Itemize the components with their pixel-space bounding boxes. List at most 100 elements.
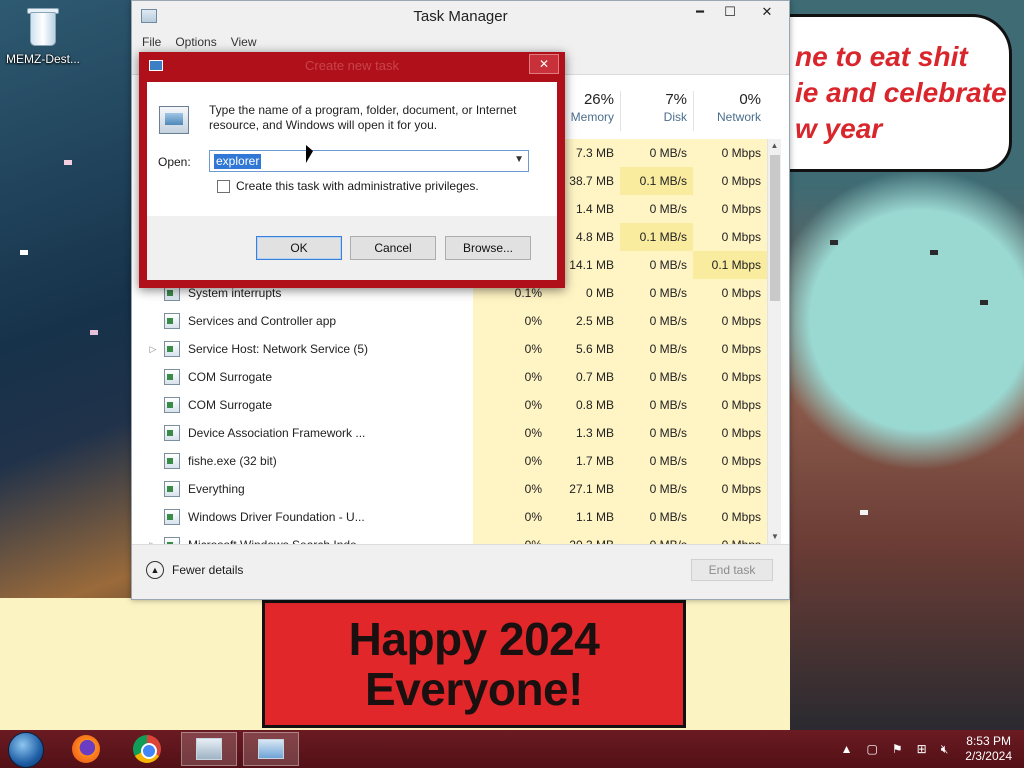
- process-icon: [164, 313, 180, 329]
- create-new-task-dialog: Create new task ✕ Type the name of a pro…: [139, 52, 565, 288]
- process-row[interactable]: Everything 0% 27.1 MB 0 MB/s 0 Mbps: [140, 475, 767, 503]
- network-value: 0 Mbps: [693, 531, 767, 544]
- cpu-value: 0%: [473, 419, 548, 447]
- disk-usage-percent: 7%: [665, 91, 687, 108]
- network-icon[interactable]: ⊞: [917, 742, 927, 756]
- vertical-scrollbar[interactable]: ▲ ▼: [767, 139, 781, 544]
- disk-value: 0 MB/s: [620, 279, 693, 307]
- browse-button[interactable]: Browse...: [445, 236, 531, 260]
- taskbar: ▲ ▢ ⚑ ⊞ 🔇︎ 8:53 PM 2/3/2024: [0, 730, 1024, 768]
- network-value: 0 Mbps: [693, 335, 767, 363]
- process-row[interactable]: fishe.exe (32 bit) 0% 1.7 MB 0 MB/s 0 Mbps: [140, 447, 767, 475]
- cpu-value: 0%: [473, 307, 548, 335]
- column-header-network[interactable]: 0% Network: [693, 91, 767, 131]
- sign-line: Everyone!: [365, 663, 583, 715]
- network-value: 0 Mbps: [693, 503, 767, 531]
- process-row[interactable]: ▷Microsoft Windows Search Inde...0%20.3 …: [140, 531, 767, 544]
- column-header-disk[interactable]: 7% Disk: [620, 91, 693, 131]
- title-bar[interactable]: Task Manager ━ ☐ ✕: [132, 1, 789, 31]
- dialog-close-button[interactable]: ✕: [529, 54, 559, 74]
- open-combobox[interactable]: explorer ▼: [209, 150, 529, 172]
- process-row[interactable]: ▷ Service Host: Network Service (5) 0% 5.6 …: [140, 335, 767, 363]
- disk-value: 0 MB/s: [620, 363, 693, 391]
- process-name: fishe.exe (32 bit): [188, 454, 277, 468]
- process-row[interactable]: COM Surrogate 0% 0.8 MB 0 MB/s 0 Mbps: [140, 391, 767, 419]
- minimize-button[interactable]: ━: [685, 1, 715, 23]
- mouse-cursor-icon: [306, 145, 313, 163]
- network-value: 0 Mbps: [693, 195, 767, 223]
- network-value: 0.1 Mbps: [693, 251, 767, 279]
- menu-bar: File Options View: [132, 31, 789, 53]
- start-button[interactable]: [8, 732, 44, 768]
- menu-options[interactable]: Options: [175, 35, 216, 49]
- cpu-value: 0%: [473, 531, 548, 544]
- happy-new-year-sign: Happy 2024 Everyone!: [262, 600, 686, 728]
- disk-value: 0 MB/s: [620, 195, 693, 223]
- disk-value: 0 MB/s: [620, 503, 693, 531]
- scroll-down-icon[interactable]: ▼: [768, 530, 782, 544]
- desktop-icon-label: MEMZ-Dest...: [6, 52, 80, 66]
- maximize-button[interactable]: ☐: [715, 1, 745, 23]
- ok-button[interactable]: OK: [256, 236, 342, 260]
- taskbar-chrome[interactable]: [119, 732, 175, 766]
- cpu-value: 0%: [473, 503, 548, 531]
- expand-chevron-icon[interactable]: ▷: [146, 344, 160, 355]
- process-name: COM Surrogate: [188, 370, 273, 384]
- chevron-down-icon[interactable]: ▼: [514, 154, 524, 165]
- scroll-up-icon[interactable]: ▲: [768, 139, 781, 153]
- process-name: Windows Driver Foundation - U...: [188, 510, 365, 524]
- process-row[interactable]: COM Surrogate 0% 0.7 MB 0 MB/s 0 Mbps: [140, 363, 767, 391]
- taskbar-firefox[interactable]: [58, 732, 114, 766]
- process-name: Everything: [188, 482, 245, 496]
- memory-value: 0.8 MB: [548, 391, 620, 419]
- end-task-button[interactable]: End task: [691, 559, 773, 581]
- desktop-icon-recycle-bin[interactable]: MEMZ-Dest...: [4, 6, 82, 66]
- disk-value: 0 MB/s: [620, 419, 693, 447]
- cpu-value: 0%: [473, 391, 548, 419]
- close-button[interactable]: ✕: [745, 1, 789, 23]
- menu-file[interactable]: File: [142, 35, 161, 49]
- menu-view[interactable]: View: [231, 35, 257, 49]
- clock[interactable]: 8:53 PM 2/3/2024: [965, 734, 1012, 764]
- scroll-thumb[interactable]: [770, 155, 780, 301]
- task-manager-icon: [141, 9, 157, 23]
- process-name: Service Host: Network Service (5): [188, 342, 369, 356]
- disk-value: 0 MB/s: [620, 139, 693, 167]
- volume-muted-icon[interactable]: 🔇︎: [941, 742, 949, 757]
- process-icon: [164, 341, 180, 357]
- firefox-icon: [72, 735, 100, 763]
- admin-privileges-checkbox[interactable]: [217, 179, 230, 193]
- confetti: [860, 510, 868, 515]
- taskbar-run-dialog[interactable]: [243, 732, 299, 766]
- cpu-value: 0%: [473, 335, 548, 363]
- process-icon: [164, 369, 180, 385]
- admin-privileges-option[interactable]: Create this task with administrative pri…: [217, 179, 479, 193]
- show-hidden-icons-icon[interactable]: ▲: [841, 742, 853, 756]
- tablet-icon[interactable]: ▢: [867, 742, 878, 756]
- flag-icon[interactable]: ⚑: [892, 742, 903, 756]
- process-row[interactable]: Windows Driver Foundation - U... 0% 1.1 MB…: [140, 503, 767, 531]
- run-icon: [258, 739, 284, 759]
- network-value: 0 Mbps: [693, 307, 767, 335]
- task-manager-footer: ▲ Fewer details End task: [132, 544, 789, 599]
- network-usage-percent: 0%: [739, 91, 761, 108]
- speech-bubble: ne to eat shit ie and celebrate w year: [782, 14, 1012, 172]
- disk-value: 0 MB/s: [620, 251, 693, 279]
- speech-bubble-line: w year: [795, 113, 883, 144]
- open-input-value[interactable]: explorer: [214, 154, 262, 169]
- taskbar-task-manager[interactable]: [181, 732, 237, 766]
- memory-value: 1.3 MB: [548, 419, 620, 447]
- cancel-button[interactable]: Cancel: [350, 236, 436, 260]
- disk-value: 0.1 MB/s: [620, 223, 693, 251]
- process-icon: [164, 425, 180, 441]
- process-name: System interrupts: [188, 286, 282, 300]
- fewer-details-button[interactable]: ▲ Fewer details: [146, 561, 243, 579]
- process-row[interactable]: Device Association Framework ... 0% 1.3 MB…: [140, 419, 767, 447]
- dialog-title-bar[interactable]: Create new task ✕: [139, 52, 565, 80]
- confetti: [20, 250, 28, 255]
- chrome-icon: [133, 735, 161, 763]
- network-value: 0 Mbps: [693, 475, 767, 503]
- memory-value: 2.5 MB: [548, 307, 620, 335]
- process-icon: [164, 537, 180, 544]
- process-row[interactable]: Services and Controller app 0% 2.5 MB 0 MB/…: [140, 307, 767, 335]
